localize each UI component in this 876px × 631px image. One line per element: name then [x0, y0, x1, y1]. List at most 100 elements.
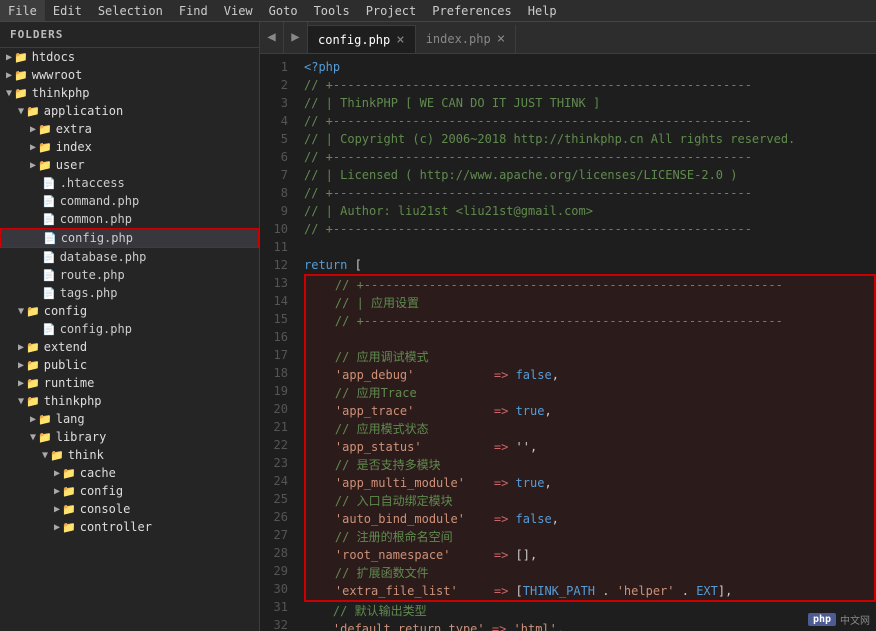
- line-number: 29: [260, 562, 296, 580]
- tree-item-common.php[interactable]: 📄common.php: [0, 210, 259, 228]
- tree-item-public[interactable]: ▶📁 public: [0, 356, 259, 374]
- folder-icon: 📁: [26, 305, 40, 318]
- file-icon: 📄: [42, 195, 56, 208]
- line-number: 31: [260, 598, 296, 616]
- folder-icon: 📁: [38, 141, 52, 154]
- code-line: // +------------------------------------…: [304, 112, 876, 130]
- chevron-icon: ▼: [30, 432, 36, 443]
- tree-item-tags.php[interactable]: 📄tags.php: [0, 284, 259, 302]
- file-icon: 📄: [42, 251, 56, 264]
- menu-project[interactable]: Project: [358, 0, 425, 21]
- tree-item-thinkphp[interactable]: ▼📁thinkphp: [0, 84, 259, 102]
- folder-icon: 📁: [26, 359, 40, 372]
- tree-item-config2.php[interactable]: 📄config.php: [0, 320, 259, 338]
- tab-close-button[interactable]: ×: [396, 33, 404, 47]
- menu-preferences[interactable]: Preferences: [424, 0, 519, 21]
- chevron-icon: ▶: [18, 360, 24, 371]
- folder-icon: 📁: [62, 485, 76, 498]
- code-line: // | Copyright (c) 2006~2018 http://thin…: [304, 130, 876, 148]
- code-line: // 应用Trace: [304, 384, 876, 402]
- tree-item-lang[interactable]: ▶📁lang: [0, 410, 259, 428]
- tree-item-label: .htaccess: [60, 176, 125, 190]
- editor-area: ◀ ▶ config.php×index.php× 12345678910111…: [260, 22, 876, 631]
- menu-bar: File Edit Selection Find View Goto Tools…: [0, 0, 876, 22]
- menu-file[interactable]: File: [0, 0, 45, 21]
- tree-item-thinkphp2[interactable]: ▼📁thinkphp: [0, 392, 259, 410]
- folder-icon: 📁: [38, 413, 52, 426]
- menu-tools[interactable]: Tools: [306, 0, 358, 21]
- line-number: 18: [260, 364, 296, 382]
- tree-item-label: public: [44, 358, 87, 372]
- tree-item-library[interactable]: ▼📁library: [0, 428, 259, 446]
- line-number: 17: [260, 346, 296, 364]
- chevron-icon: ▼: [6, 88, 12, 99]
- line-number: 15: [260, 310, 296, 328]
- menu-find[interactable]: Find: [171, 0, 216, 21]
- tree-item-htdocs[interactable]: ▶📁htdocs: [0, 48, 259, 66]
- menu-view[interactable]: View: [216, 0, 261, 21]
- chevron-icon: ▼: [18, 396, 24, 407]
- tree-item-label: tags.php: [60, 286, 118, 300]
- tree-item-wwwroot[interactable]: ▶📁wwwroot: [0, 66, 259, 84]
- folder-icon: 📁: [62, 467, 76, 480]
- line-number: 7: [260, 166, 296, 184]
- code-line: 'app_status' => '',: [304, 438, 876, 456]
- tree-item-controller[interactable]: ▶📁controller: [0, 518, 259, 536]
- code-line: <?php: [304, 58, 876, 76]
- tree-item-config[interactable]: ▼📁config: [0, 302, 259, 320]
- tree-item-label: database.php: [60, 250, 147, 264]
- code-line: // +------------------------------------…: [304, 184, 876, 202]
- tree-item-extend[interactable]: ▶📁extend: [0, 338, 259, 356]
- tree-item-config3[interactable]: ▶📁config: [0, 482, 259, 500]
- tab-config.php[interactable]: config.php×: [308, 25, 416, 53]
- chevron-icon: ▶: [30, 160, 36, 171]
- tree-item-label: application: [44, 104, 123, 118]
- line-number: 5: [260, 130, 296, 148]
- menu-selection[interactable]: Selection: [90, 0, 171, 21]
- menu-edit[interactable]: Edit: [45, 0, 90, 21]
- line-number: 11: [260, 238, 296, 256]
- code-line: 'app_trace' => true,: [304, 402, 876, 420]
- tree-item-command.php[interactable]: 📄command.php: [0, 192, 259, 210]
- tab-nav-prev[interactable]: ◀: [260, 22, 284, 53]
- tree-item-label: console: [80, 502, 131, 516]
- tree-item-label: runtime: [44, 376, 95, 390]
- line-number: 3: [260, 94, 296, 112]
- code-line: // | Licensed ( http://www.apache.org/li…: [304, 166, 876, 184]
- line-number: 20: [260, 400, 296, 418]
- tree-item-console[interactable]: ▶📁console: [0, 500, 259, 518]
- line-number: 13: [260, 274, 296, 292]
- tab-index.php[interactable]: index.php×: [416, 25, 516, 53]
- tree-item-index[interactable]: ▶📁index: [0, 138, 259, 156]
- tab-close-button[interactable]: ×: [497, 32, 505, 46]
- folder-icon: 📁: [14, 87, 28, 100]
- code-content[interactable]: <?php // +-------------------------------…: [296, 54, 876, 631]
- chevron-icon: ▶: [54, 468, 60, 479]
- file-tree: ▶📁htdocs▶📁wwwroot▼📁thinkphp▼📁application…: [0, 48, 259, 536]
- tree-item-htaccess[interactable]: 📄.htaccess: [0, 174, 259, 192]
- line-number: 14: [260, 292, 296, 310]
- tree-item-cache[interactable]: ▶📁cache: [0, 464, 259, 482]
- tree-item-application[interactable]: ▼📁application: [0, 102, 259, 120]
- menu-help[interactable]: Help: [520, 0, 565, 21]
- tree-item-label: controller: [80, 520, 152, 534]
- tree-item-user[interactable]: ▶📁user: [0, 156, 259, 174]
- chevron-icon: ▶: [30, 142, 36, 153]
- line-number: 27: [260, 526, 296, 544]
- tree-item-config.php[interactable]: 📄config.php: [0, 228, 259, 248]
- menu-goto[interactable]: Goto: [261, 0, 306, 21]
- code-editor[interactable]: 1234567891011121314151617181920212223242…: [260, 54, 876, 631]
- tree-item-runtime[interactable]: ▶📁runtime: [0, 374, 259, 392]
- zh-badge: 中文网: [840, 612, 870, 627]
- chevron-icon: ▼: [18, 306, 24, 317]
- tree-item-database.php[interactable]: 📄 database.php: [0, 248, 259, 266]
- folder-icon: 📁: [62, 521, 76, 534]
- code-line: 'extra_file_list' => [THINK_PATH . 'help…: [304, 582, 876, 602]
- php-badge: php: [808, 613, 836, 626]
- tab-nav-next[interactable]: ▶: [284, 22, 308, 53]
- tree-item-route.php[interactable]: 📄route.php: [0, 266, 259, 284]
- tree-item-extra[interactable]: ▶📁extra: [0, 120, 259, 138]
- code-line: 'app_multi_module' => true,: [304, 474, 876, 492]
- code-line: // 注册的根命名空间: [304, 528, 876, 546]
- tree-item-think[interactable]: ▼📁think: [0, 446, 259, 464]
